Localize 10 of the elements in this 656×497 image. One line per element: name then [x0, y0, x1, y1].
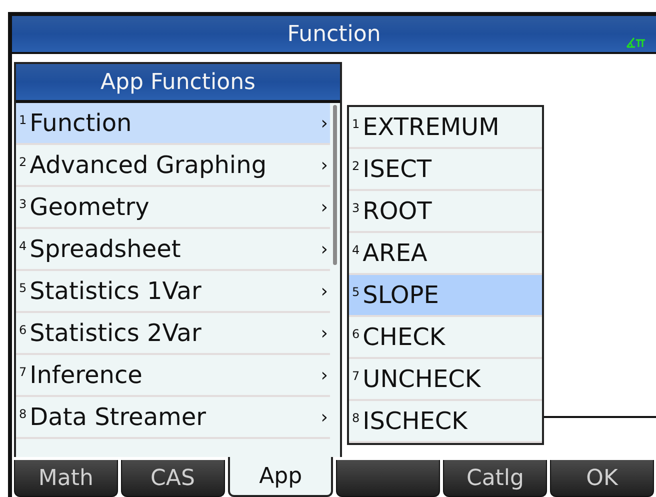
softkey[interactable]: App	[228, 457, 334, 497]
menu-title: App Functions	[16, 64, 340, 103]
scrollbar[interactable]	[333, 105, 337, 265]
softkey[interactable]: Catlg	[443, 460, 548, 497]
window-title: Function	[287, 22, 381, 46]
softkey[interactable]: OK	[550, 460, 654, 497]
softkey[interactable]: Math	[14, 460, 118, 497]
softkey[interactable]	[336, 460, 440, 497]
softkey[interactable]: CAS	[120, 460, 225, 497]
angle-pi-icon	[626, 36, 646, 48]
